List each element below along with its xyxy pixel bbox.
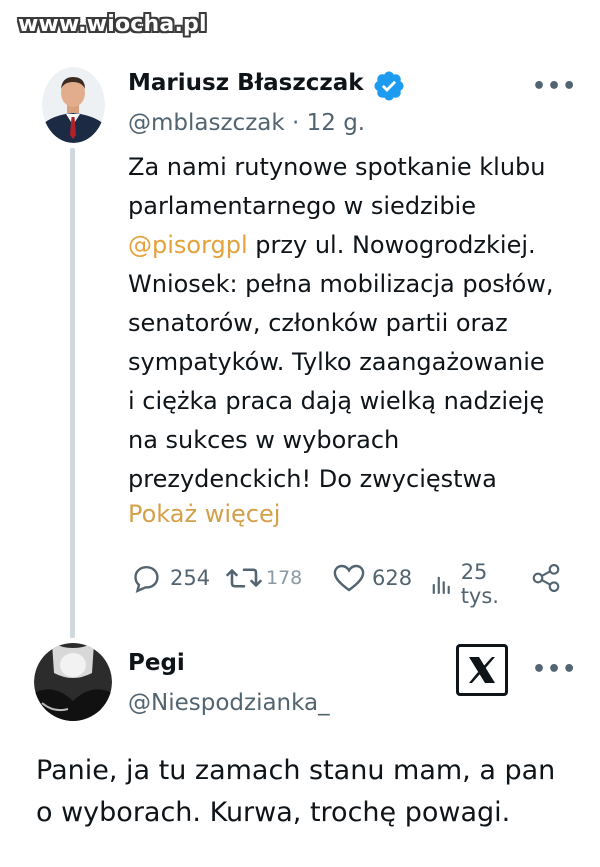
- heart-icon: [333, 564, 365, 592]
- share-button[interactable]: [530, 560, 562, 596]
- tweet-line-rest: przy ul. Nowogrodzkiej.: [247, 231, 536, 259]
- repost-button[interactable]: 178: [224, 560, 302, 596]
- tweet-line: @pisorgpl przy ul. Nowogrodzkiej.: [128, 226, 588, 265]
- tweet-line: parlamentarnego w siedzibie: [128, 192, 476, 220]
- tweet-line: i ciężka praca dają wielką nadzieję: [128, 387, 545, 415]
- more-options-icon[interactable]: •••: [532, 657, 577, 682]
- reply-button[interactable]: 254: [128, 560, 210, 596]
- time-separator: ·: [284, 110, 307, 136]
- watermark-logo: www.wiocha.pl: [18, 12, 207, 37]
- avatar[interactable]: [42, 67, 105, 143]
- reply-line: o wyborach. Kurwa, trochę powagi.: [36, 797, 511, 828]
- reply-text: Panie, ja tu zamach stanu mam, a pan o w…: [36, 750, 586, 834]
- reply-count: 254: [170, 566, 211, 590]
- views-chart-icon: [432, 576, 450, 594]
- tweet-line: Za nami rutynowe spotkanie klubu: [128, 153, 546, 181]
- mention-link[interactable]: @pisorgpl: [128, 231, 248, 259]
- avatar[interactable]: [34, 643, 112, 721]
- views-button[interactable]: 25 tys.: [430, 560, 509, 608]
- tweet-line: senatorów, członków partii oraz: [128, 309, 508, 337]
- tweet-text: Za nami rutynowe spotkanie klubu parlame…: [128, 148, 588, 499]
- avatar-photo-icon: [42, 67, 105, 143]
- views-count: 25 tys.: [460, 560, 499, 608]
- author-name[interactable]: Mariusz Błaszczak: [128, 70, 364, 96]
- tweet-line: na sukces w wyborach: [128, 426, 400, 454]
- tweet-time[interactable]: 12 g.: [307, 110, 366, 136]
- tweet-line: sympatyków. Tylko zaangażowanie: [128, 348, 545, 376]
- share-icon: [532, 563, 560, 593]
- like-button[interactable]: 628: [330, 560, 412, 596]
- show-more-link[interactable]: Pokaż więcej: [128, 500, 280, 528]
- author-name[interactable]: Pegi: [128, 650, 185, 676]
- handle-row: @mblaszczak · 12 g.: [128, 110, 365, 136]
- repost-count: 178: [266, 567, 303, 589]
- author-handle[interactable]: @Niespodzianka_: [128, 690, 330, 716]
- thread-line: [70, 148, 75, 638]
- author-handle[interactable]: @mblaszczak: [128, 110, 285, 136]
- tweet-line: prezydenckich! Do zwycięstwa: [128, 465, 497, 493]
- avatar-photo-icon: [34, 643, 112, 721]
- reply-line: Panie, ja tu zamach stanu mam, a pan: [36, 755, 556, 786]
- like-count: 628: [372, 566, 413, 590]
- more-options-icon[interactable]: •••: [532, 74, 577, 99]
- reply-icon: [134, 565, 159, 593]
- repost-icon: [226, 568, 262, 588]
- x-logo-icon: [456, 644, 508, 696]
- tweet-line: Wniosek: pełna mobilizacja posłów,: [128, 270, 554, 298]
- verified-badge-icon: [374, 71, 404, 101]
